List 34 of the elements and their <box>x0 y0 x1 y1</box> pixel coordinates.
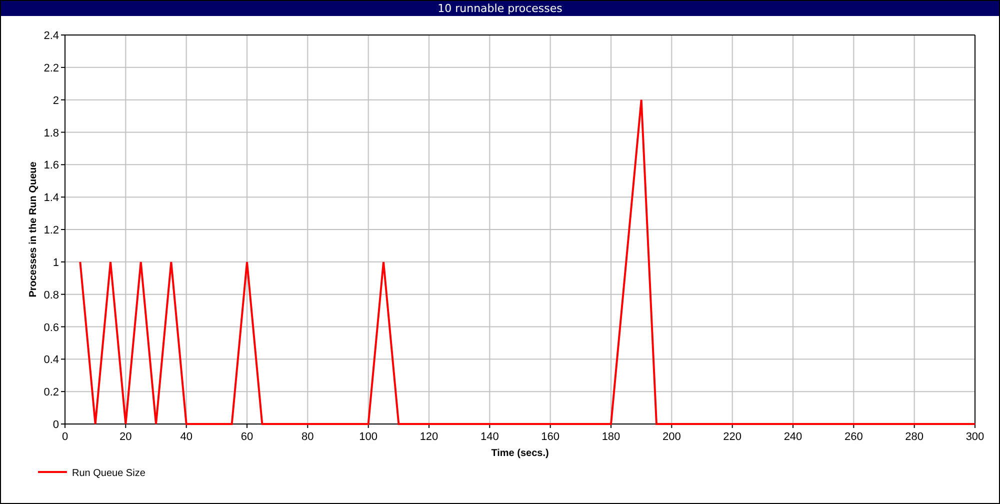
y-tick-label: 2.4 <box>44 30 59 42</box>
x-tick-label: 180 <box>602 431 620 443</box>
x-tick-label: 60 <box>240 431 254 443</box>
y-tick-label: 0.8 <box>44 289 59 302</box>
x-tick-label: 260 <box>844 431 863 443</box>
y-tick-label: 1.6 <box>44 160 59 172</box>
y-axis-title: Processes in the Run Queue <box>28 162 39 298</box>
y-tick-label: 0 <box>52 419 59 431</box>
legend-line-icon <box>38 471 67 473</box>
y-tick-label: 0.4 <box>44 354 59 366</box>
y-tick-label: 1.8 <box>44 127 59 140</box>
window-title: 10 runnable processes <box>438 2 562 15</box>
y-tick-label: 1.2 <box>44 224 59 236</box>
x-tick-label: 240 <box>784 431 802 443</box>
x-tick-label: 140 <box>480 431 499 443</box>
legend-label: Run Queue Size <box>72 468 146 479</box>
x-tick-label: 0 <box>62 431 68 443</box>
x-tick-label: 40 <box>180 431 192 443</box>
x-tick-label: 300 <box>966 431 984 443</box>
y-tick-label: 0.6 <box>44 322 59 334</box>
y-tick-label: 2.2 <box>44 62 59 74</box>
y-tick-label: 2 <box>52 94 59 107</box>
y-tick-label: 1.4 <box>44 192 59 204</box>
x-tick-label: 200 <box>662 431 681 443</box>
x-tick-label: 280 <box>905 431 924 443</box>
y-tick-label: 0.2 <box>44 386 59 399</box>
x-tick-label: 80 <box>302 431 314 443</box>
x-tick-label: 100 <box>359 431 378 443</box>
x-tick-label: 160 <box>541 431 560 443</box>
x-tick-label: 120 <box>420 431 438 443</box>
x-tick-label: 20 <box>120 431 132 443</box>
x-axis-title: Time (secs.) <box>491 448 549 459</box>
x-tick-label: 220 <box>723 431 742 443</box>
y-tick-label: 1 <box>52 256 59 269</box>
